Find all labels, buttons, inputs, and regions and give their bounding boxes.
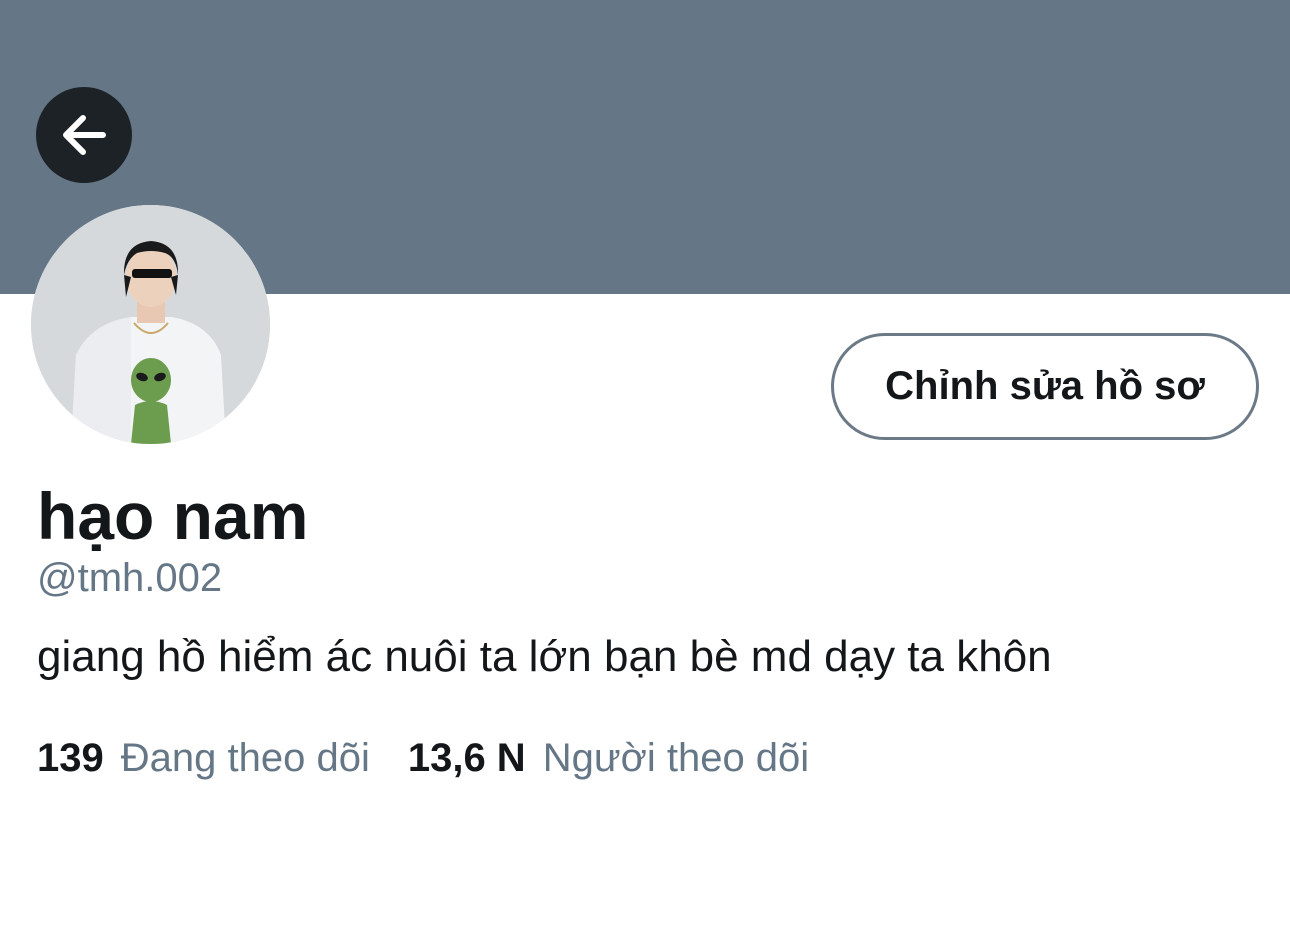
avatar[interactable]: [31, 205, 270, 444]
back-button[interactable]: [36, 87, 132, 183]
following-count: 139: [37, 736, 104, 780]
profile-page: Chỉnh sửa hồ sơ hạo nam @tmh.002 giang h…: [0, 0, 1290, 938]
arrow-left-icon: [63, 115, 106, 155]
followers-count: 13,6 N: [407, 736, 526, 780]
username-handle: @tmh.002: [37, 556, 223, 600]
profile-bio: giang hồ hiểm ác nuôi ta lớn bạn bè md d…: [37, 632, 1052, 681]
follow-stats: 139 Đang theo dõi 13,6 N Người theo dõi: [37, 733, 809, 783]
edit-profile-button[interactable]: Chỉnh sửa hồ sơ: [831, 333, 1259, 440]
avatar-photo: [31, 205, 270, 444]
display-name: hạo nam: [37, 479, 309, 553]
following-link[interactable]: 139 Đang theo dõi: [37, 733, 370, 783]
followers-link[interactable]: 13,6 N Người theo dõi: [408, 733, 809, 783]
followers-label: Người theo dõi: [542, 736, 810, 780]
following-label: Đang theo dõi: [120, 736, 370, 780]
